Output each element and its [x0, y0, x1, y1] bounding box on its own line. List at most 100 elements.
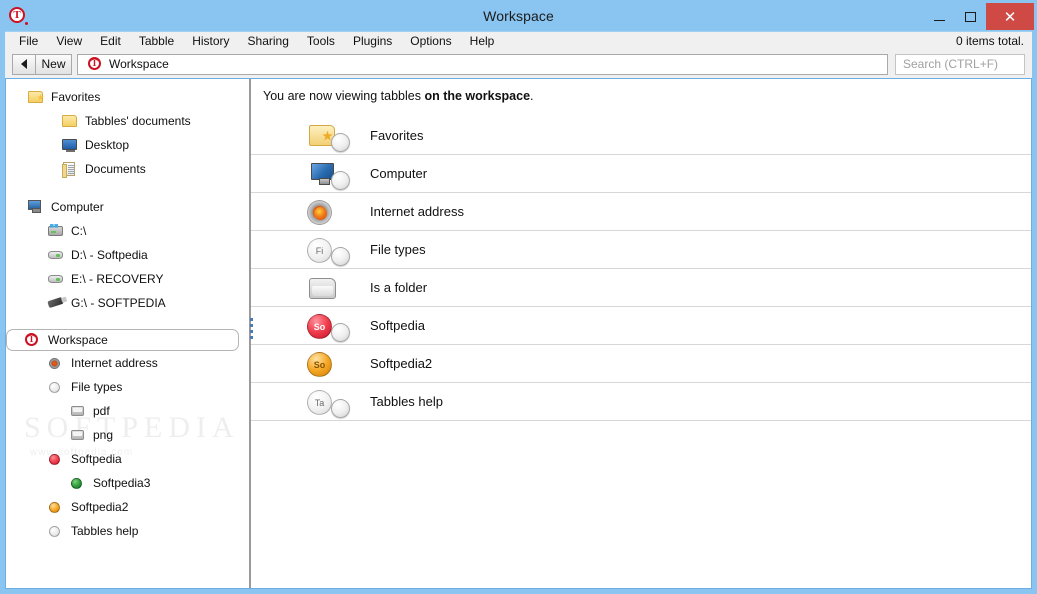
sidebar-item-label: Tabbles help [71, 524, 139, 538]
list-item[interactable]: Internet address [251, 193, 1031, 231]
list-item-label: Computer [370, 166, 428, 181]
red-dot-icon [48, 451, 64, 467]
menu-item-history[interactable]: History [183, 32, 238, 51]
orange-dot-icon [48, 499, 64, 515]
folder-star-icon [28, 89, 44, 105]
sidebar-item-label: Desktop [85, 138, 130, 152]
sidebar-item-tabbles-help[interactable]: Tabbles help [6, 519, 249, 543]
list-item-label: Is a folder [370, 280, 428, 295]
computer-badge-icon [307, 155, 353, 193]
sidebar-item-label: File types [71, 380, 123, 394]
window-title: Workspace [483, 7, 554, 24]
list-item-label: Softpedia [370, 318, 425, 333]
sidebar-item-label: Internet address [71, 356, 158, 370]
menu-item-tabble[interactable]: Tabble [130, 32, 183, 51]
sidebar-item-label: Documents [85, 162, 146, 176]
back-button[interactable] [12, 53, 35, 75]
arrow-left-icon [21, 59, 27, 69]
softpedia2-icon: So [307, 345, 353, 383]
circle-abbr: Ta [307, 389, 332, 415]
address-bar[interactable]: T Workspace [77, 53, 888, 75]
title-bar: T Workspace ✕ [0, 0, 1037, 31]
content-header-suffix: . [530, 89, 534, 103]
list-item[interactable]: Favorites [251, 117, 1031, 155]
sidebar-item-desktop[interactable]: Desktop [6, 133, 249, 157]
sidebar-item-label: D:\ - Softpedia [71, 248, 148, 262]
sidebar-item-favorites[interactable]: Favorites [6, 85, 249, 109]
tree-gap [6, 181, 249, 195]
sidebar-item-computer[interactable]: Computer [6, 195, 249, 219]
menu-item-plugins[interactable]: Plugins [344, 32, 401, 51]
list-item-label: Softpedia2 [370, 356, 433, 371]
menu-item-options[interactable]: Options [401, 32, 460, 51]
sidebar-item-internet-address[interactable]: Internet address [6, 351, 249, 375]
menu-item-file[interactable]: File [17, 32, 47, 51]
items-total-status: 0 items total. [955, 34, 1024, 48]
tile-icon [70, 403, 86, 419]
list-item[interactable]: So Softpedia [251, 307, 1031, 345]
sidebar-item-workspace[interactable]: T Workspace [6, 329, 239, 351]
sidebar-item-label: png [93, 428, 114, 442]
list-item-label: File types [370, 242, 426, 257]
content-panel: You are now viewing tabbles on the works… [251, 79, 1031, 588]
menu-item-help[interactable]: Help [461, 32, 504, 51]
sidebar-item-label: G:\ - SOFTPEDIA [71, 296, 166, 310]
sidebar-item-drive-c[interactable]: C:\ [6, 219, 249, 243]
firefox-dot-icon [48, 355, 64, 371]
sidebar-splitter[interactable] [249, 79, 254, 588]
sidebar-item-label: Tabbles' documents [85, 114, 191, 128]
content-header-prefix: You are now viewing tabbles [263, 89, 425, 103]
sidebar-item-label: Softpedia [71, 452, 122, 466]
tabbles-logo-icon: T [88, 57, 102, 71]
green-dot-icon [70, 475, 86, 491]
list-item[interactable]: Is a folder [251, 269, 1031, 307]
sidebar-tree: Favorites Tabbles' documents Desktop Doc… [6, 79, 249, 588]
softpedia-badge-icon: So [307, 307, 353, 345]
sidebar-item-softpedia3[interactable]: Softpedia3 [6, 471, 249, 495]
tool-bar: New T Workspace Search (CTRL+F) [5, 50, 1032, 78]
sidebar-item-file-types[interactable]: File types [6, 375, 249, 399]
firefox-icon [307, 193, 353, 231]
usb-drive-icon [47, 295, 64, 311]
menu-item-sharing[interactable]: Sharing [239, 32, 298, 51]
sidebar-item-pdf[interactable]: pdf [6, 399, 249, 423]
sidebar-item-softpedia2[interactable]: Softpedia2 [6, 495, 249, 519]
grey-dot-icon [48, 523, 64, 539]
sidebar-item-drive-g[interactable]: G:\ - SOFTPEDIA [6, 291, 249, 315]
sidebar-item-drive-d[interactable]: D:\ - Softpedia [6, 243, 249, 267]
file-types-badge-icon: Fi [307, 231, 353, 269]
sidebar-item-drive-e[interactable]: E:\ - RECOVERY [6, 267, 249, 291]
sidebar-item-label: Favorites [51, 90, 101, 104]
content-header: You are now viewing tabbles on the works… [251, 89, 1031, 103]
sidebar-item-softpedia[interactable]: Softpedia [6, 447, 249, 471]
circle-abbr: Fi [307, 237, 332, 263]
tabbles-help-badge-icon: Ta [307, 383, 353, 421]
menu-item-edit[interactable]: Edit [91, 32, 130, 51]
circle-abbr: So [307, 351, 332, 377]
splitter-grip-icon[interactable] [250, 318, 254, 342]
search-input[interactable]: Search (CTRL+F) [895, 53, 1025, 75]
content-header-bold: on the workspace [424, 89, 531, 103]
menu-bar: File View Edit Tabble History Sharing To… [5, 31, 1032, 50]
circle-abbr: So [307, 313, 332, 339]
folder-star-badge-icon [307, 117, 353, 155]
menu-item-view[interactable]: View [47, 32, 91, 51]
grey-dot-icon [48, 379, 64, 395]
sidebar-item-label: pdf [93, 404, 110, 418]
drive-icon [48, 271, 64, 287]
list-item[interactable]: Computer [251, 155, 1031, 193]
menu-item-tools[interactable]: Tools [298, 32, 344, 51]
list-item[interactable]: Ta Tabbles help [251, 383, 1031, 421]
new-button[interactable]: New [35, 53, 72, 75]
folder-icon [62, 113, 78, 129]
computer-icon [28, 199, 44, 215]
list-item[interactable]: Fi File types [251, 231, 1031, 269]
list-item-label: Internet address [370, 204, 464, 219]
drive-windows-icon [48, 223, 64, 239]
sidebar-item-label: E:\ - RECOVERY [71, 272, 164, 286]
sidebar-item-label: Softpedia3 [93, 476, 151, 490]
sidebar-item-png[interactable]: png [6, 423, 249, 447]
list-item[interactable]: So Softpedia2 [251, 345, 1031, 383]
sidebar-item-tabbles-documents[interactable]: Tabbles' documents [6, 109, 249, 133]
sidebar-item-documents[interactable]: Documents [6, 157, 249, 181]
